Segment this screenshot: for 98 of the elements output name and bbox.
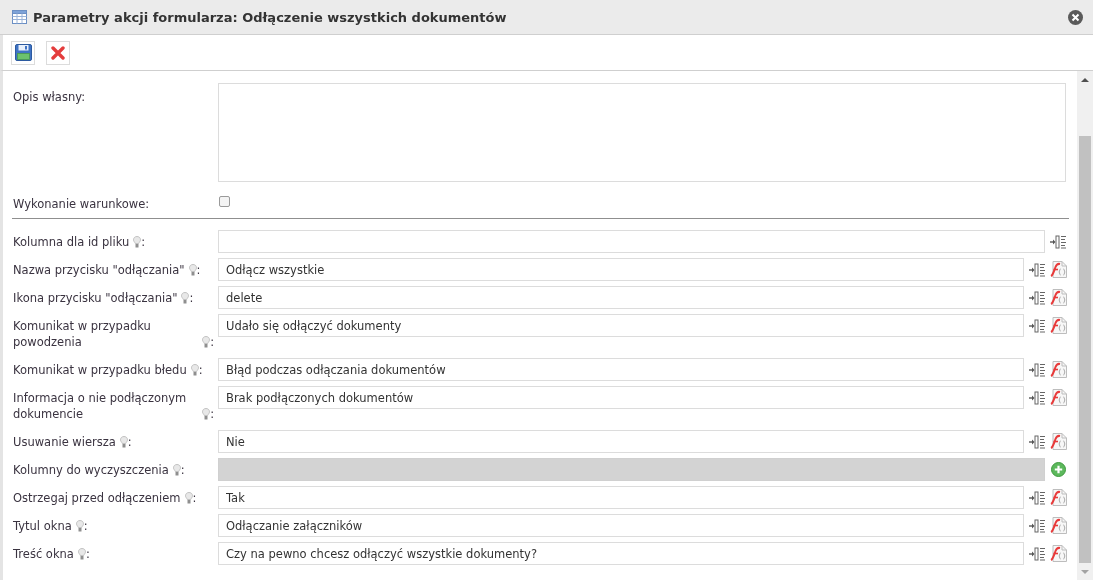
script-button[interactable]: [1050, 433, 1067, 450]
script-file-icon: [1050, 361, 1067, 378]
insert-column-icon: [1029, 262, 1046, 277]
close-button[interactable]: [1068, 9, 1083, 25]
text-input[interactable]: Błąd podczas odłączania dokumentów: [218, 358, 1024, 381]
label-colon: :: [83, 518, 88, 534]
insert-column-button[interactable]: [1029, 546, 1046, 561]
field-label: Kolumny do wyczyszczenia: [13, 462, 169, 478]
insert-column-icon: [1029, 290, 1046, 305]
insert-column-icon: [1050, 234, 1067, 249]
lightbulb-icon: [202, 336, 211, 348]
script-file-icon: [1050, 289, 1067, 306]
text-input[interactable]: Tak: [218, 486, 1024, 509]
script-button[interactable]: [1050, 389, 1067, 406]
insert-column-button[interactable]: [1050, 234, 1067, 249]
label-colon: :: [189, 290, 194, 306]
insert-column-button[interactable]: [1029, 390, 1046, 405]
label-colon: :: [85, 546, 90, 562]
text-input[interactable]: Brak podłączonych dokumentów: [218, 386, 1024, 409]
caret-down-icon: [1081, 569, 1089, 574]
label-colon: :: [210, 334, 214, 350]
insert-column-icon: [1029, 546, 1046, 561]
scrollbar-thumb[interactable]: [1079, 136, 1091, 563]
text-input[interactable]: delete: [218, 286, 1024, 309]
script-button[interactable]: [1050, 517, 1067, 534]
checkbox[interactable]: [219, 196, 230, 207]
save-button[interactable]: [11, 40, 35, 65]
text-input[interactable]: Odłącz wszystkie: [218, 258, 1024, 281]
cancel-button[interactable]: [46, 40, 70, 65]
field-label: Opis własny:: [13, 89, 86, 105]
insert-column-icon: [1029, 518, 1046, 533]
caret-up-icon: [1081, 77, 1089, 82]
text-input[interactable]: Udało się odłączyć dokumenty: [218, 314, 1024, 337]
script-file-icon: [1050, 545, 1067, 562]
insert-column-button[interactable]: [1029, 318, 1046, 333]
lightbulb-icon: [188, 264, 197, 276]
field-label: Ostrzegaj przed odłączeniem: [13, 490, 181, 506]
field-label: Kolumna dla id pliku: [13, 234, 130, 250]
field-label: Treść okna: [13, 546, 74, 562]
insert-column-icon: [1029, 434, 1046, 449]
script-button[interactable]: [1050, 317, 1067, 334]
insert-column-button[interactable]: [1029, 362, 1046, 377]
script-file-icon: [1050, 433, 1067, 450]
label-colon: :: [180, 462, 185, 478]
label-colon: :: [127, 434, 132, 450]
lightbulb-icon: [133, 236, 142, 248]
insert-column-icon: [1029, 318, 1046, 333]
field-label: Komunikat w przypadku powodzenia: [13, 318, 152, 350]
lightbulb-icon: [75, 520, 84, 532]
script-button[interactable]: [1050, 361, 1067, 378]
window-title: Parametry akcji formularza: Odłączenie wszystkich dokumentów: [33, 9, 508, 25]
insert-column-button[interactable]: [1029, 290, 1046, 305]
label-colon: :: [198, 362, 203, 378]
field-label: Tytul okna: [13, 518, 72, 534]
field-label: Informacja o nie podłączonym dokumencie: [13, 390, 188, 422]
x-mark-icon: [51, 45, 65, 60]
text-input[interactable]: Odłączanie załączników: [218, 514, 1024, 537]
script-file-icon: [1050, 517, 1067, 534]
insert-column-button[interactable]: [1029, 490, 1046, 505]
script-file-icon: [1050, 261, 1067, 278]
label-colon: :: [192, 490, 197, 506]
label-colon: :: [141, 234, 146, 250]
label-colon: :: [196, 262, 201, 278]
field-label: Wykonanie warunkowe:: [13, 196, 150, 212]
lightbulb-icon: [119, 436, 128, 448]
scrollbar[interactable]: [1077, 71, 1093, 580]
insert-column-icon: [1029, 362, 1046, 377]
script-file-icon: [1050, 317, 1067, 334]
lightbulb-icon: [181, 292, 190, 304]
script-file-icon: [1050, 489, 1067, 506]
insert-column-button[interactable]: [1029, 434, 1046, 449]
insert-column-icon: [1029, 490, 1046, 505]
insert-column-button[interactable]: [1029, 518, 1046, 533]
field-label: Komunikat w przypadku błedu: [13, 362, 187, 378]
script-button[interactable]: [1050, 289, 1067, 306]
label-colon: :: [210, 406, 214, 422]
field-label: Usuwanie wiersza: [13, 434, 116, 450]
list-field[interactable]: [218, 458, 1045, 481]
add-icon: [1051, 462, 1066, 477]
add-button[interactable]: [1051, 462, 1066, 477]
insert-column-button[interactable]: [1029, 262, 1046, 277]
lightbulb-icon: [184, 492, 193, 504]
text-input[interactable]: [218, 230, 1045, 253]
lightbulb-icon: [190, 364, 199, 376]
text-input[interactable]: Nie: [218, 430, 1024, 453]
table-icon: [12, 10, 27, 24]
lightbulb-icon: [172, 464, 181, 476]
lightbulb-icon: [77, 548, 86, 560]
script-file-icon: [1050, 389, 1067, 406]
lightbulb-icon: [202, 408, 211, 420]
text-input[interactable]: Czy na pewno chcesz odłączyć wszystkie dokumenty?: [218, 542, 1024, 565]
script-button[interactable]: [1050, 545, 1067, 562]
insert-column-icon: [1029, 390, 1046, 405]
script-button[interactable]: [1050, 489, 1067, 506]
field-label: Ikona przycisku "odłączania": [13, 290, 178, 306]
script-button[interactable]: [1050, 261, 1067, 278]
field-label: Nazwa przycisku "odłączania": [13, 262, 185, 278]
close-icon: [1068, 9, 1083, 25]
